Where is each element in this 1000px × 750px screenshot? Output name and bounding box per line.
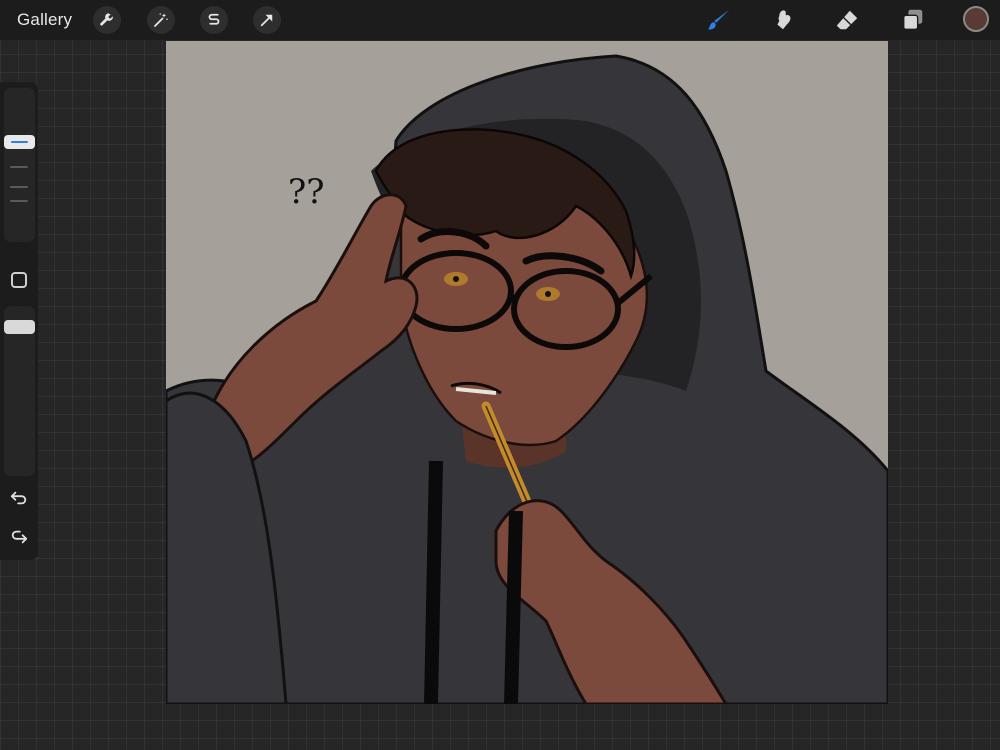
- eraser-icon: [836, 10, 858, 30]
- redo-icon: [11, 530, 28, 544]
- redo-button[interactable]: [9, 527, 29, 547]
- drawing-canvas[interactable]: ??: [166, 41, 888, 704]
- size-tick: [10, 186, 28, 188]
- size-tick: [10, 166, 28, 168]
- modify-button[interactable]: [11, 272, 27, 288]
- brush-opacity-thumb[interactable]: [4, 320, 35, 334]
- smudge-icon: [777, 10, 791, 30]
- actions-button[interactable]: [93, 6, 121, 34]
- layers-button[interactable]: [898, 5, 928, 35]
- gallery-button[interactable]: Gallery: [17, 10, 72, 30]
- undo-icon: [10, 491, 27, 505]
- left-sidebar: [0, 82, 38, 560]
- magic-wand-icon: [154, 13, 168, 27]
- brush-icon: [707, 9, 730, 30]
- artwork-question-marks: ??: [288, 172, 324, 212]
- eraser-tool-button[interactable]: [832, 5, 862, 35]
- adjustments-button[interactable]: [147, 6, 175, 34]
- brush-size-thumb[interactable]: [4, 135, 35, 149]
- artwork-illustration: ??: [166, 41, 888, 704]
- wrench-icon: [100, 13, 113, 26]
- brush-tool-button[interactable]: [704, 5, 734, 35]
- transform-arrow-icon: [260, 14, 273, 27]
- transform-button[interactable]: [253, 6, 281, 34]
- color-picker-button[interactable]: [963, 6, 989, 32]
- layers-icon: [903, 9, 923, 30]
- smudge-tool-button[interactable]: [768, 5, 798, 35]
- selection-s-icon: [208, 13, 220, 25]
- top-toolbar: Gallery: [0, 0, 1000, 40]
- undo-button[interactable]: [9, 488, 29, 508]
- size-tick: [10, 200, 28, 202]
- brush-size-slider[interactable]: [4, 88, 35, 242]
- selection-button[interactable]: [200, 6, 228, 34]
